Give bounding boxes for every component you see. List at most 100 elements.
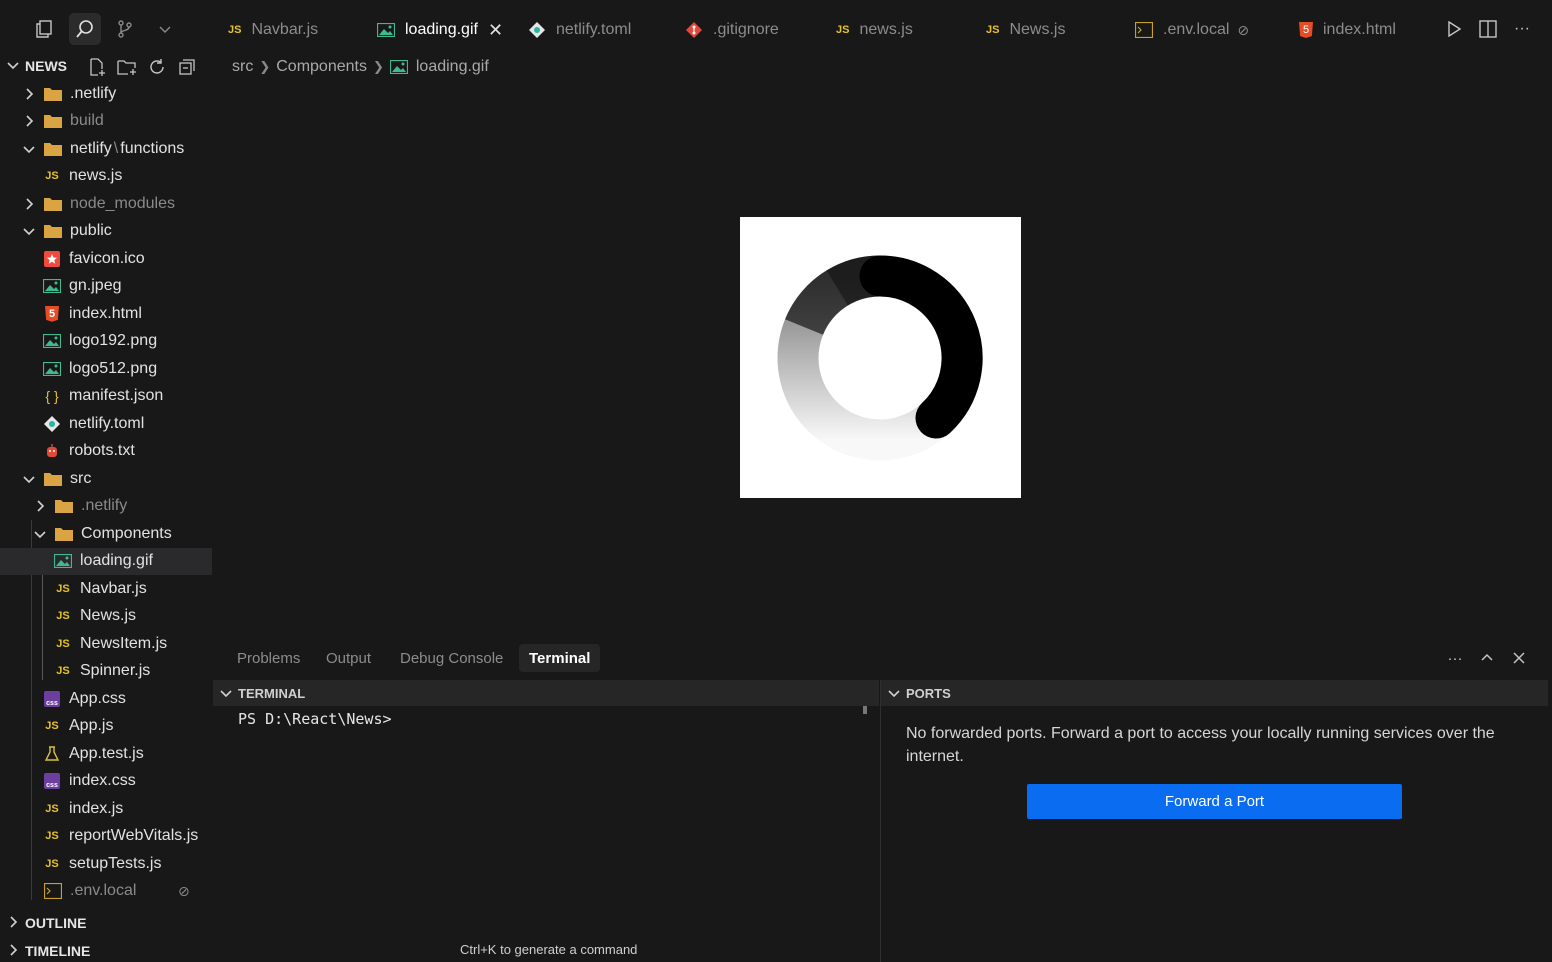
tab-problems[interactable]: Problems <box>227 644 310 672</box>
search-icon[interactable] <box>69 13 101 45</box>
split-editor-icon[interactable] <box>1478 18 1498 40</box>
new-file-icon[interactable] <box>86 56 108 78</box>
item-label: functions <box>120 139 185 157</box>
item-label: src <box>70 469 92 487</box>
tab-label: index.html <box>1323 21 1396 38</box>
tab-gitignore[interactable]: .gitignore <box>685 14 779 46</box>
tab-label: .gitignore <box>713 21 779 38</box>
more-actions-icon[interactable]: ··· <box>1446 648 1464 668</box>
file-item[interactable]: JS reportWebVitals.js <box>0 823 212 851</box>
css-icon: css <box>43 772 61 790</box>
file-item[interactable]: logo192.png <box>0 328 212 356</box>
chevron-down-icon <box>22 142 36 156</box>
favicon-icon <box>43 250 61 268</box>
chevron-right-icon <box>33 499 47 513</box>
breadcrumb: src ❯ Components ❯ loading.gif <box>232 56 489 78</box>
file-item[interactable]: JS News.js <box>0 603 212 631</box>
item-label: manifest.json <box>69 387 164 405</box>
file-item[interactable]: .env.local ⊘ <box>0 878 212 906</box>
file-item[interactable]: gn.jpeg <box>0 273 212 301</box>
item-label: netlify <box>70 139 112 157</box>
file-item[interactable]: JS Spinner.js <box>0 658 212 686</box>
timeline-section[interactable]: TIMELINE <box>0 936 212 962</box>
file-item[interactable]: JS Navbar.js <box>0 575 212 603</box>
js-icon: JS <box>836 24 850 36</box>
folder-item[interactable]: build <box>0 108 212 136</box>
file-item[interactable]: loading.gif <box>0 547 212 575</box>
file-item[interactable]: css index.css <box>0 768 212 796</box>
item-label: reportWebVitals.js <box>69 827 199 845</box>
terminal-file-icon <box>44 882 62 900</box>
breadcrumb-loading-gif[interactable]: loading.gif <box>416 58 489 76</box>
explorer-header[interactable]: NEWS <box>0 52 212 80</box>
netlify-icon <box>528 21 546 39</box>
folder-item[interactable]: .netlify <box>0 493 212 521</box>
file-item[interactable]: favicon.ico <box>0 245 212 273</box>
tab-output[interactable]: Output <box>316 644 381 672</box>
tab-netlify-toml[interactable]: netlify.toml <box>528 14 631 46</box>
file-item[interactable]: 5 index.html <box>0 300 212 328</box>
item-label: App.test.js <box>69 744 144 762</box>
panel-divider[interactable] <box>880 680 881 962</box>
file-item[interactable]: JS NewsItem.js <box>0 630 212 658</box>
file-item[interactable]: JS news.js <box>0 163 212 191</box>
tab-navbar-js[interactable]: JS Navbar.js <box>228 14 318 46</box>
forward-port-button[interactable]: Forward a Port <box>1027 784 1402 819</box>
file-item[interactable]: logo512.png <box>0 355 212 383</box>
file-item[interactable]: App.test.js <box>0 740 212 768</box>
source-control-icon[interactable] <box>109 13 141 45</box>
folder-item[interactable]: Components <box>0 520 212 548</box>
chevron-right-icon <box>6 943 20 960</box>
terminal-prompt[interactable]: PS D:\React\News> <box>238 710 392 728</box>
chevron-down-icon[interactable] <box>149 13 181 45</box>
outline-section[interactable]: OUTLINE <box>0 908 212 936</box>
folder-item[interactable]: public <box>0 218 212 246</box>
tab-terminal[interactable]: Terminal <box>519 644 601 672</box>
terminal-title: TERMINAL <box>238 685 306 701</box>
image-icon <box>54 552 72 570</box>
tab-env-local[interactable]: .env.local ⊘ <box>1135 14 1249 46</box>
chevron-down-icon <box>887 686 901 703</box>
tab-news-js[interactable]: JS news.js <box>836 14 913 46</box>
collapse-all-icon[interactable] <box>176 56 198 78</box>
folder-item[interactable]: src <box>0 465 212 493</box>
js-icon: JS <box>45 720 59 733</box>
folder-item[interactable]: netlify \ functions <box>0 135 212 163</box>
more-actions-icon[interactable]: ··· <box>1512 18 1532 40</box>
terminal-section-header[interactable]: TERMINAL <box>213 680 879 706</box>
files-icon[interactable] <box>28 13 60 45</box>
file-item[interactable]: JS index.js <box>0 795 212 823</box>
run-icon[interactable] <box>1444 18 1464 40</box>
terminal-scrollbar[interactable] <box>863 706 867 714</box>
file-item[interactable]: netlify.toml <box>0 410 212 438</box>
folder-icon <box>44 195 62 213</box>
tab-news-component-js[interactable]: JS News.js <box>986 14 1065 46</box>
test-icon <box>43 745 61 763</box>
folder-item[interactable]: .netlify <box>0 80 212 108</box>
close-icon[interactable] <box>1510 648 1528 668</box>
tab-label: News.js <box>1009 21 1066 38</box>
breadcrumb-src[interactable]: src <box>232 58 253 76</box>
close-icon[interactable]: ✕ <box>488 20 503 41</box>
item-label: loading.gif <box>80 552 153 570</box>
ports-message: No forwarded ports. Forward a port to ac… <box>906 725 1495 765</box>
item-label: .netlify <box>70 84 117 102</box>
refresh-icon[interactable] <box>146 56 168 78</box>
file-item[interactable]: robots.txt <box>0 438 212 466</box>
breadcrumb-components[interactable]: Components <box>276 58 367 76</box>
tab-loading-gif[interactable]: loading.gif ✕ <box>377 14 503 46</box>
tab-debug-console[interactable]: Debug Console <box>390 644 513 672</box>
file-item[interactable]: css App.css <box>0 685 212 713</box>
file-tree: .netlify build netlify \ functions JS news.js n… <box>0 80 212 905</box>
ports-section-header[interactable]: PORTS <box>881 680 1548 706</box>
folder-icon <box>44 140 62 158</box>
file-item[interactable]: JS App.js <box>0 713 212 741</box>
new-folder-icon[interactable] <box>116 56 138 78</box>
tab-index-html[interactable]: 5 index.html <box>1299 14 1396 46</box>
file-item[interactable]: { } manifest.json <box>0 383 212 411</box>
maximize-panel-icon[interactable] <box>1478 648 1496 668</box>
folder-item[interactable]: node_modules <box>0 190 212 218</box>
netlify-icon <box>43 415 61 433</box>
file-item[interactable]: JS setupTests.js <box>0 850 212 878</box>
js-icon: JS <box>45 802 59 815</box>
